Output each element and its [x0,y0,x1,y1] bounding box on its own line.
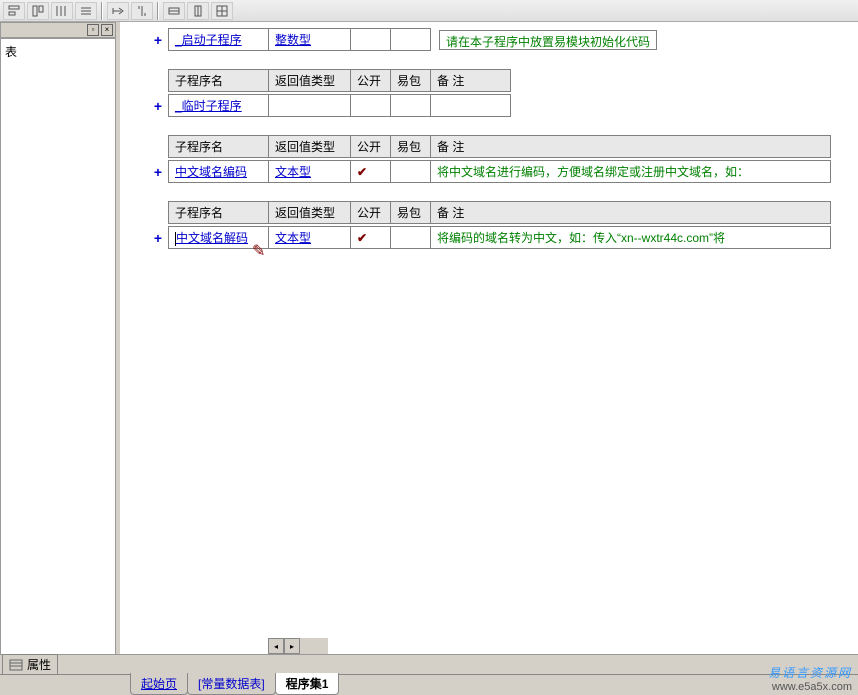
remark-box: 请在本子程序中放置易模块初始化代码 [439,30,657,50]
expand-icon[interactable]: + [154,32,162,48]
tb-btn-2[interactable] [27,2,49,20]
watermark: 易语言资源网 www.e5a5x.com [768,664,852,693]
tab-start[interactable]: 起始页 [130,673,188,695]
table-row[interactable]: 中文域名解码 文本型 ✔ 将编码的域名转为中文，如：传入“xn--wxtr44c… [169,227,831,249]
tb-btn-5[interactable] [107,2,129,20]
sub-name[interactable]: 中文域名编码 [175,165,247,179]
hdr-pub: 公开 [351,70,391,92]
ret-type[interactable]: 文本型 [275,165,311,179]
tb-btn-3[interactable] [51,2,73,20]
panel-min-icon[interactable]: ▫ [87,24,99,36]
hdr-name: 子程序名 [169,70,269,92]
expand-icon[interactable]: + [154,230,162,246]
tb-btn-6[interactable] [131,2,153,20]
table-row[interactable]: _启动子程序 整数型 [169,29,431,51]
ret-type[interactable]: 整数型 [275,33,311,47]
tab-programset[interactable]: 程序集1 [275,673,340,695]
table-row[interactable]: _临时子程序 [169,95,511,117]
code-area: + _启动子程序 整数型 请在本子程序中放置易模块初始化代码 子程 [120,22,858,654]
properties-button[interactable]: 属性 [2,654,58,675]
tb-btn-4[interactable] [75,2,97,20]
h-scrollbar[interactable]: ◂ ▸ [268,638,328,654]
sub-name[interactable]: _临时子程序 [175,99,242,113]
tb-btn-1[interactable] [3,2,25,20]
panel-close-icon[interactable]: × [101,24,113,36]
hdr-yi: 易包 [391,70,431,92]
expand-icon[interactable]: + [154,98,162,114]
tb-btn-7[interactable] [163,2,185,20]
hdr-ret: 返回值类型 [269,70,351,92]
sub-name[interactable]: 中文域名解码 [176,231,248,245]
scroll-left-icon[interactable]: ◂ [268,638,284,654]
sub-name[interactable]: _启动子程序 [175,33,242,47]
document-tabs: 起始页 [常量数据表] 程序集1 [0,674,858,695]
scroll-right-icon[interactable]: ▸ [284,638,300,654]
check-icon[interactable]: ✔ [357,231,367,245]
tab-const[interactable]: [常量数据表] [187,673,276,695]
remark[interactable]: 将编码的域名转为中文，如：传入“xn--wxtr44c.com”将 [431,227,831,249]
properties-icon [9,659,23,671]
tb-btn-9[interactable] [211,2,233,20]
tb-btn-8[interactable] [187,2,209,20]
table-row[interactable]: 中文域名编码 文本型 ✔ 将中文域名进行编码，方便域名绑定或注册中文域名，如： [169,161,831,183]
ret-type[interactable]: 文本型 [275,231,311,245]
panel-side-text: 表 [5,45,17,59]
remark[interactable]: 将中文域名进行编码，方便域名绑定或注册中文域名，如： [431,161,831,183]
check-icon[interactable]: ✔ [357,165,367,179]
toolbar [0,0,858,22]
expand-icon[interactable]: + [154,164,162,180]
hdr-remark: 备 注 [431,70,511,92]
side-panel: ▫ × 表 [0,22,120,654]
